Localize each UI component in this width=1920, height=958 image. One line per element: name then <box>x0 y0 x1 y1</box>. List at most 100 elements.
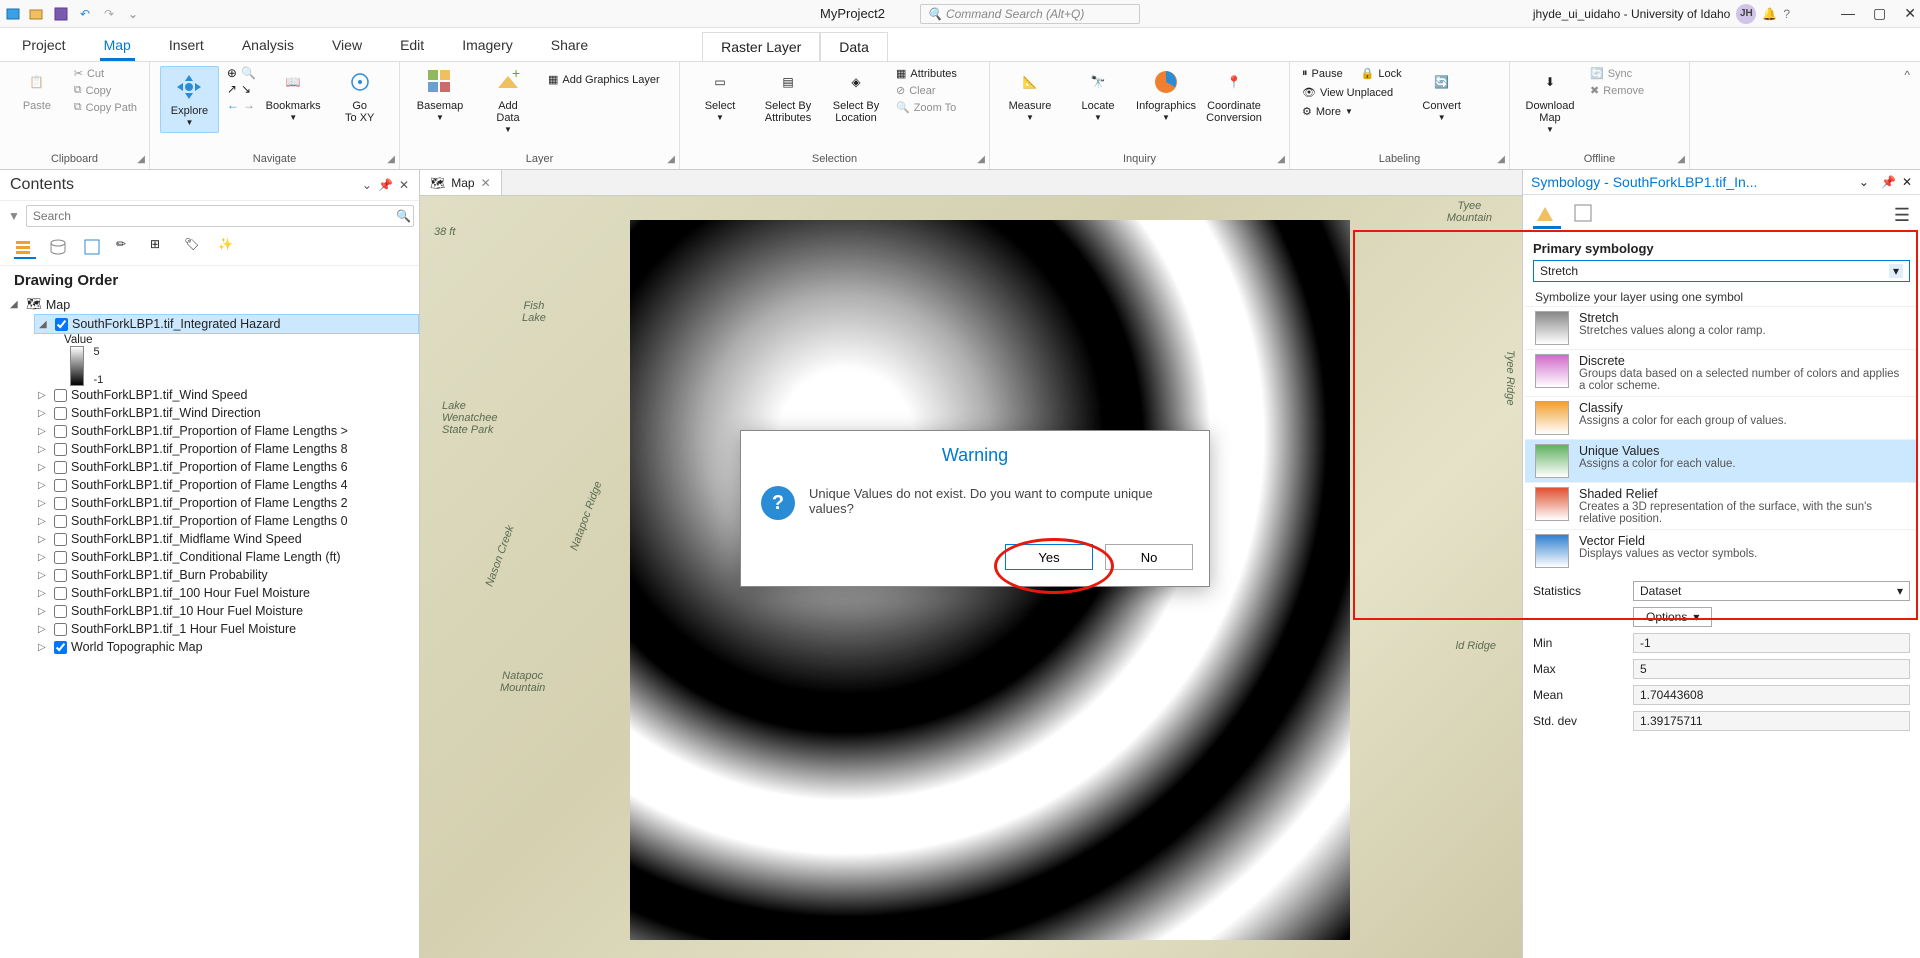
layer-visibility-checkbox[interactable] <box>54 569 67 582</box>
layer-row[interactable]: ▷ SouthForkLBP1.tif_Proportion of Flame … <box>34 422 419 440</box>
tab-imagery[interactable]: Imagery <box>458 31 517 61</box>
expand-icon[interactable]: ▷ <box>38 390 50 401</box>
copy-button[interactable]: ⧉Copy <box>72 83 139 98</box>
dialog-launcher-icon[interactable]: ◢ <box>1277 154 1285 165</box>
add-data-button[interactable]: + Add Data▼ <box>478 66 538 135</box>
pin-icon[interactable]: 📌 <box>1881 175 1896 189</box>
expand-icon[interactable]: ▷ <box>38 408 50 419</box>
dialog-launcher-icon[interactable]: ◢ <box>1677 154 1685 165</box>
no-button[interactable]: No <box>1105 544 1193 570</box>
copy-path-button[interactable]: ⧉Copy Path <box>72 100 139 115</box>
infographics-button[interactable]: Infographics▼ <box>1136 66 1196 123</box>
notification-icon[interactable]: 🔔 <box>1762 7 1777 21</box>
layer-row[interactable]: ▷ SouthForkLBP1.tif_1 Hour Fuel Moisture <box>34 620 419 638</box>
options-button[interactable]: Options▾ <box>1633 607 1712 627</box>
layer-visibility-checkbox[interactable] <box>54 461 67 474</box>
tab-project[interactable]: Project <box>18 31 70 61</box>
pause-button[interactable]: ⏸Pause <box>1300 66 1345 81</box>
symbology-option-stretch[interactable]: Stretch Stretches values along a color r… <box>1525 306 1918 349</box>
list-by-drawing-order-icon[interactable] <box>14 237 36 259</box>
expand-icon[interactable]: ▷ <box>38 642 50 653</box>
statistics-combo[interactable]: Dataset▾ <box>1633 581 1910 601</box>
map-frame-row[interactable]: ◢ 🗺 Map <box>6 295 419 314</box>
close-pane-icon[interactable]: ✕ <box>399 178 409 192</box>
expand-icon[interactable]: ▷ <box>38 444 50 455</box>
locate-button[interactable]: 🔭Locate▼ <box>1068 66 1128 123</box>
clear-button[interactable]: ⊘Clear <box>894 83 959 98</box>
layer-row[interactable]: ▷ SouthForkLBP1.tif_10 Hour Fuel Moistur… <box>34 602 419 620</box>
goto-xy-button[interactable]: Go To XY <box>330 66 389 124</box>
tab-analysis[interactable]: Analysis <box>238 31 298 61</box>
tab-data[interactable]: Data <box>820 32 888 61</box>
undo-icon[interactable]: ↶ <box>76 5 94 23</box>
zoom-to-button[interactable]: 🔍Zoom To <box>894 100 959 115</box>
tab-raster-layer[interactable]: Raster Layer <box>702 32 820 61</box>
layer-row[interactable]: ▷ SouthForkLBP1.tif_Proportion of Flame … <box>34 440 419 458</box>
layer-visibility-checkbox[interactable] <box>54 587 67 600</box>
expand-icon[interactable]: ▷ <box>38 606 50 617</box>
coord-conversion-button[interactable]: 📍Coordinate Conversion <box>1204 66 1264 124</box>
layer-row[interactable]: ▷ SouthForkLBP1.tif_Proportion of Flame … <box>34 458 419 476</box>
expand-icon[interactable]: ▷ <box>38 498 50 509</box>
collapse-ribbon-icon[interactable]: ^ <box>1904 68 1910 82</box>
primary-symbology-tab-icon[interactable] <box>1533 201 1561 229</box>
tab-edit[interactable]: Edit <box>396 31 428 61</box>
dialog-launcher-icon[interactable]: ◢ <box>977 154 985 165</box>
expand-icon[interactable]: ▷ <box>38 624 50 635</box>
layer-row-selected[interactable]: ◢ SouthForkLBP1.tif_Integrated Hazard <box>34 314 419 334</box>
layer-row[interactable]: ▷ SouthForkLBP1.tif_Proportion of Flame … <box>34 512 419 530</box>
symbology-option-vector-field[interactable]: Vector Field Displays values as vector s… <box>1525 529 1918 572</box>
layer-visibility-checkbox[interactable] <box>54 551 67 564</box>
dialog-launcher-icon[interactable]: ◢ <box>137 154 145 165</box>
select-button[interactable]: ▭Select▼ <box>690 66 750 123</box>
list-by-perception-icon[interactable]: ✨ <box>218 237 240 259</box>
close-icon[interactable]: ✕ <box>1904 5 1916 22</box>
layer-visibility-checkbox[interactable] <box>54 479 67 492</box>
expand-icon[interactable]: ▷ <box>38 552 50 563</box>
layer-row[interactable]: ▷ SouthForkLBP1.tif_100 Hour Fuel Moistu… <box>34 584 419 602</box>
dialog-launcher-icon[interactable]: ◢ <box>387 154 395 165</box>
expand-icon[interactable]: ▷ <box>38 588 50 599</box>
layer-visibility-checkbox[interactable] <box>54 533 67 546</box>
symbology-type-combo[interactable]: Stretch ▾ <box>1533 260 1910 282</box>
collapse-icon[interactable]: ◢ <box>10 299 22 310</box>
search-icon[interactable]: 🔍 <box>396 209 411 223</box>
symbology-option-classify[interactable]: Classify Assigns a color for each group … <box>1525 396 1918 439</box>
layer-row[interactable]: ▷ World Topographic Map <box>34 638 419 656</box>
mask-tab-icon[interactable] <box>1571 201 1599 229</box>
tab-share[interactable]: Share <box>547 31 592 61</box>
list-by-selection-icon[interactable] <box>82 237 104 259</box>
layer-visibility-checkbox[interactable] <box>54 407 67 420</box>
zoom-prev-icon[interactable]: ↗ <box>227 82 237 96</box>
dropdown-icon[interactable]: ⌄ <box>1859 175 1869 189</box>
expand-icon[interactable]: ▷ <box>38 534 50 545</box>
layer-row[interactable]: ▷ SouthForkLBP1.tif_Proportion of Flame … <box>34 476 419 494</box>
tab-map[interactable]: Map <box>100 31 135 61</box>
layer-visibility-checkbox[interactable] <box>54 605 67 618</box>
download-map-button[interactable]: ⬇Download Map▼ <box>1520 66 1580 135</box>
symbology-option-unique-values[interactable]: Unique Values Assigns a color for each v… <box>1525 439 1918 482</box>
user-info[interactable]: jhyde_ui_uidaho - University of Idaho JH… <box>1533 4 1790 24</box>
filter-icon[interactable]: ▼ <box>8 209 20 223</box>
close-tab-icon[interactable]: ✕ <box>481 176 491 190</box>
layer-row[interactable]: ▷ SouthForkLBP1.tif_Burn Probability <box>34 566 419 584</box>
select-by-location-button[interactable]: ◈Select By Location <box>826 66 886 124</box>
minimize-icon[interactable]: — <box>1841 5 1855 22</box>
layer-visibility-checkbox[interactable] <box>54 389 67 402</box>
expand-icon[interactable]: ▷ <box>38 462 50 473</box>
list-by-labeling-icon[interactable]: 🏷 <box>184 237 206 259</box>
sync-button[interactable]: 🔄Sync <box>1588 66 1646 81</box>
search-input[interactable] <box>26 205 414 227</box>
expand-icon[interactable]: ▷ <box>38 426 50 437</box>
list-by-editing-icon[interactable]: ✏ <box>116 237 138 259</box>
view-unplaced-button[interactable]: 👁View Unplaced <box>1300 85 1404 100</box>
list-by-snapping-icon[interactable]: ⊞ <box>150 237 172 259</box>
layer-row[interactable]: ▷ SouthForkLBP1.tif_Wind Direction <box>34 404 419 422</box>
full-extent-icon[interactable]: ⊕ <box>227 66 237 80</box>
zoom-next-icon[interactable]: ↘ <box>241 82 251 96</box>
layer-visibility-checkbox[interactable] <box>54 623 67 636</box>
lock-button[interactable]: 🔒Lock <box>1359 66 1404 81</box>
symbology-option-shaded-relief[interactable]: Shaded Relief Creates a 3D representatio… <box>1525 482 1918 529</box>
layer-visibility-checkbox[interactable] <box>54 497 67 510</box>
next-extent-icon[interactable]: → <box>243 98 255 112</box>
